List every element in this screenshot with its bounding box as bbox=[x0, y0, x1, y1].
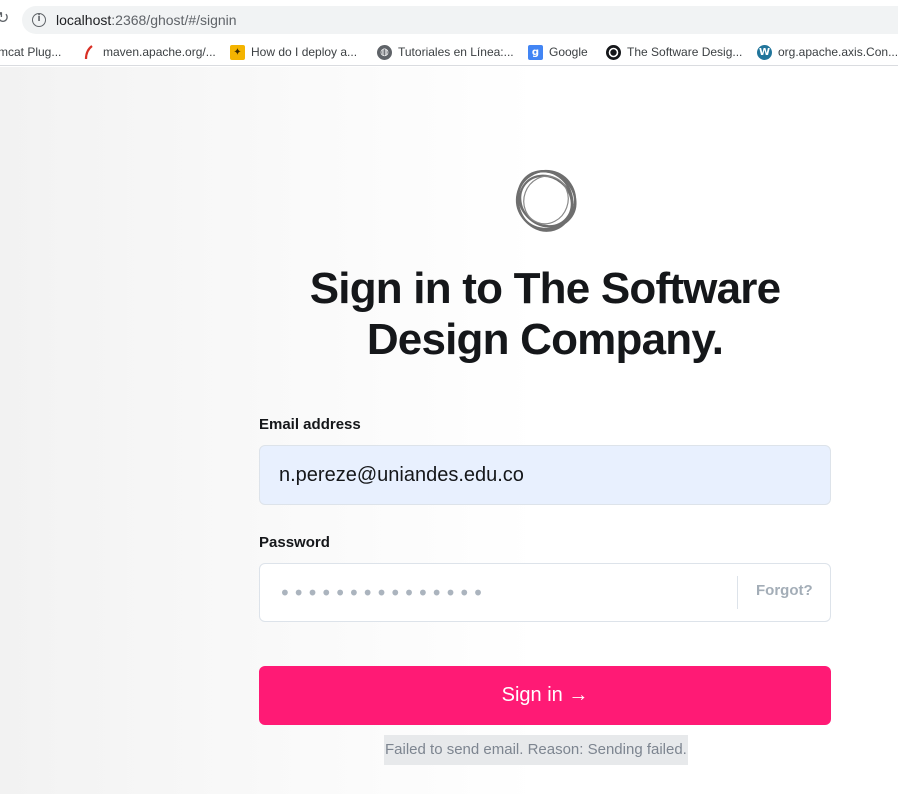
bookmark-deploy[interactable]: ✦ How do I deploy a... bbox=[230, 44, 357, 60]
signin-button[interactable]: Sign in → bbox=[259, 666, 831, 725]
info-icon[interactable]: i bbox=[32, 13, 46, 27]
url-field[interactable]: i localhost:2368/ghost/#/signin bbox=[22, 6, 898, 34]
forgot-password-link[interactable]: Forgot? bbox=[756, 582, 813, 599]
feather-icon bbox=[82, 44, 97, 60]
bookmark-label: maven.apache.org/... bbox=[103, 45, 216, 59]
url-path: :2368/ghost/#/signin bbox=[111, 12, 237, 28]
title-line-1: Sign in to The Software bbox=[309, 264, 781, 313]
bookmark-label: mcat Plug... bbox=[0, 45, 62, 59]
email-label: Email address bbox=[259, 416, 361, 433]
bookmark-maven[interactable]: maven.apache.org/... bbox=[82, 44, 216, 60]
password-field-container: Forgot? bbox=[259, 563, 831, 622]
ghost-site-icon bbox=[606, 44, 621, 60]
bookmark-tomcat[interactable]: mcat Plug... bbox=[0, 44, 61, 60]
title-line-2: Design Company. bbox=[366, 315, 724, 364]
page-title: Sign in to The Software Design Company. bbox=[270, 263, 820, 365]
stack-icon: ✦ bbox=[230, 44, 245, 60]
google-icon: g bbox=[528, 44, 543, 60]
signin-page: Sign in to The Software Design Company. … bbox=[0, 67, 898, 794]
bookmark-tutoriales[interactable]: ◍ Tutoriales en Línea:... bbox=[377, 44, 514, 60]
password-divider bbox=[737, 576, 738, 609]
reload-icon[interactable]: ↻ bbox=[0, 10, 10, 28]
url-host: localhost bbox=[56, 12, 112, 28]
wordpress-icon: W bbox=[757, 44, 772, 60]
bookmark-label: org.apache.axis.Con... bbox=[778, 45, 898, 59]
bookmark-label: Tutoriales en Línea:... bbox=[398, 45, 514, 59]
password-field[interactable] bbox=[279, 564, 719, 621]
site-logo-icon bbox=[508, 166, 584, 236]
bookmark-axis[interactable]: W org.apache.axis.Con... bbox=[757, 44, 898, 60]
bookmark-label: Google bbox=[549, 45, 588, 59]
browser-address-bar: ↻ i localhost:2368/ghost/#/signin bbox=[0, 0, 898, 38]
password-label: Password bbox=[259, 534, 330, 551]
bookmark-label: How do I deploy a... bbox=[251, 45, 358, 59]
url-text: localhost:2368/ghost/#/signin bbox=[56, 12, 237, 28]
email-field[interactable] bbox=[259, 445, 831, 505]
error-message: Failed to send email. Reason: Sending fa… bbox=[384, 735, 688, 765]
bookmarks-bar: mcat Plug... maven.apache.org/... ✦ How … bbox=[0, 38, 898, 66]
globe-icon: ◍ bbox=[377, 44, 392, 60]
bookmark-software-design[interactable]: The Software Desig... bbox=[606, 44, 742, 60]
bookmark-google[interactable]: g Google bbox=[528, 44, 588, 60]
bookmark-label: The Software Desig... bbox=[627, 45, 743, 59]
